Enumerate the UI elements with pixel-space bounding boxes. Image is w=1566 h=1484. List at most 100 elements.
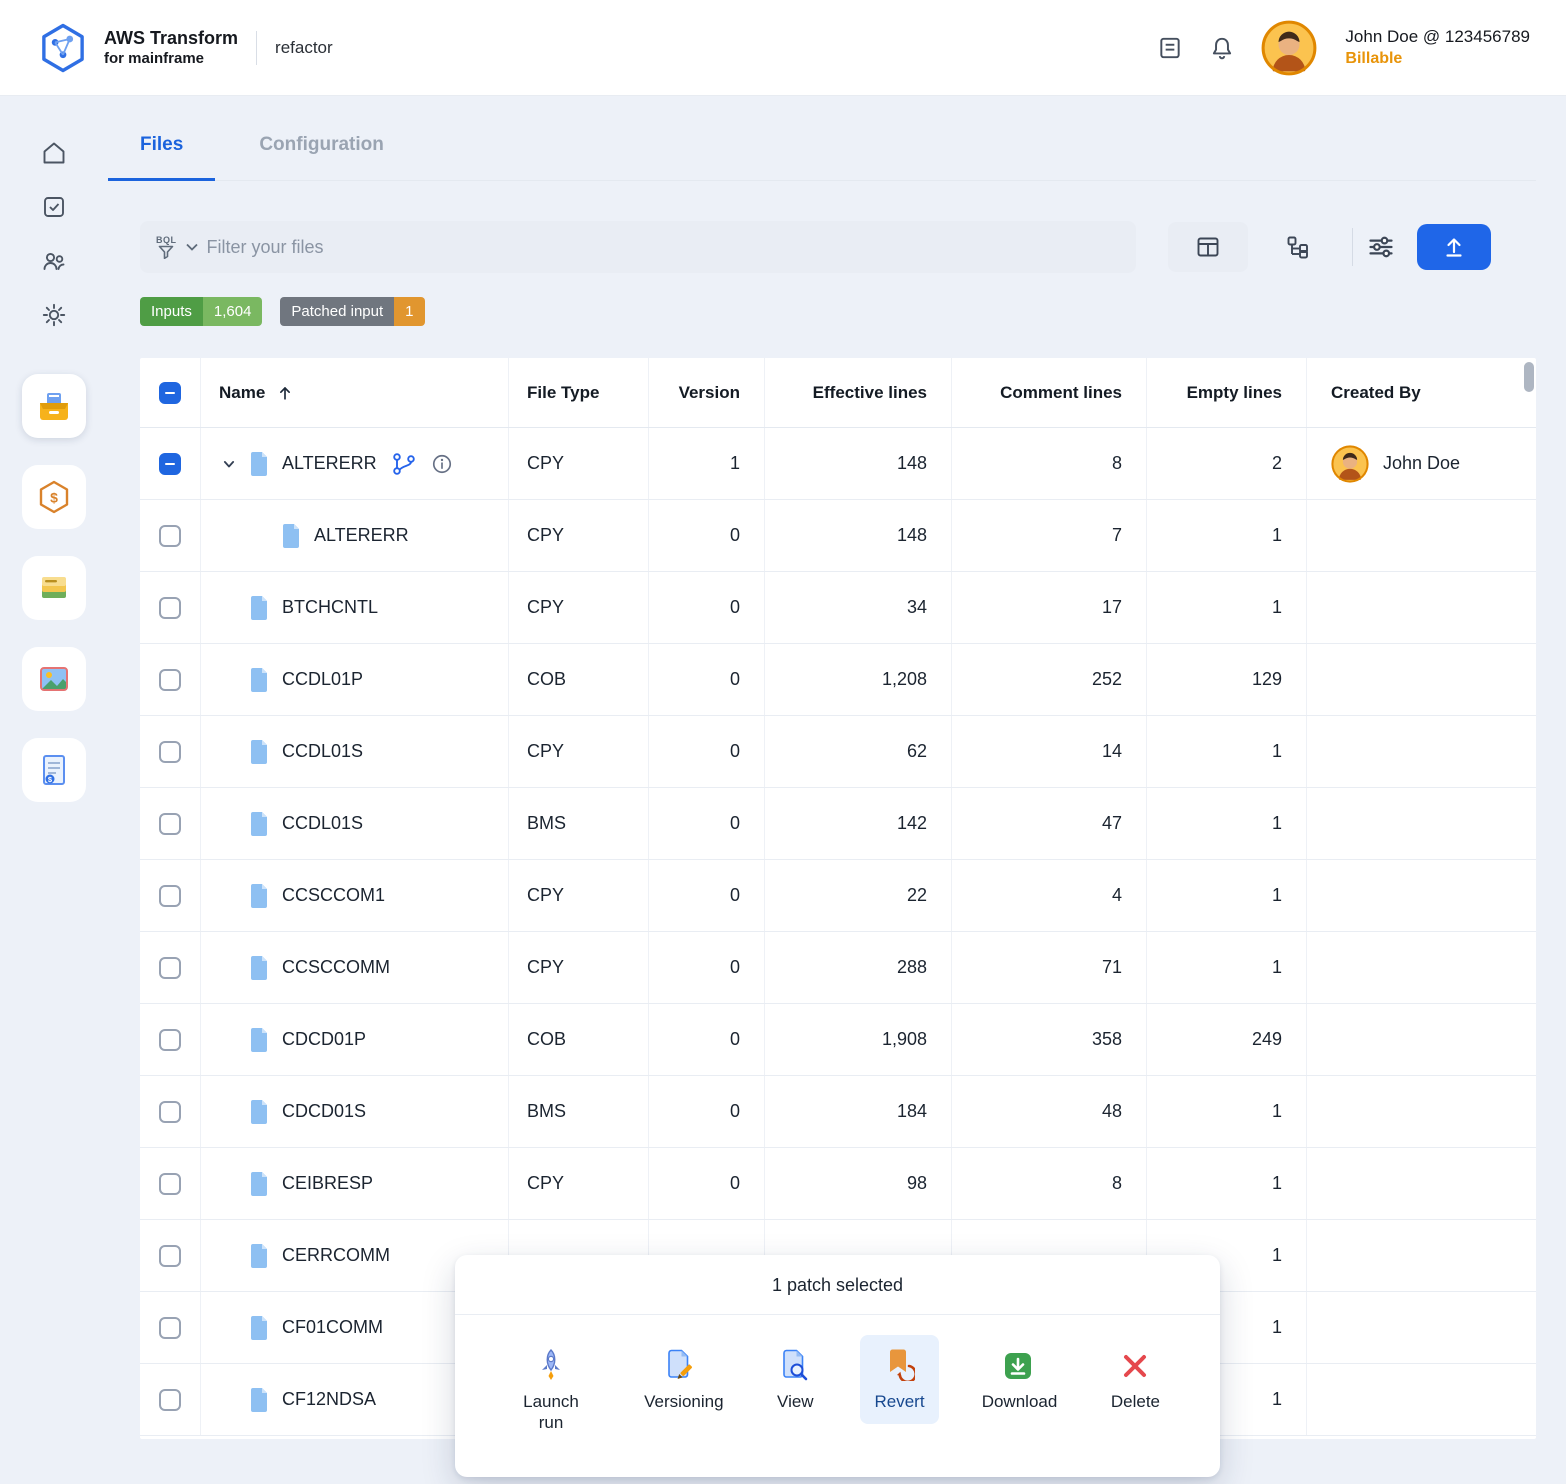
row-checkbox[interactable] xyxy=(159,957,181,979)
filter-box[interactable]: BQL xyxy=(140,221,1136,273)
column-header-effective-lines[interactable]: Effective lines xyxy=(764,358,951,427)
file-icon xyxy=(281,524,301,548)
sidebar-item-hexagon-currency[interactable]: $ xyxy=(22,465,86,529)
version: 0 xyxy=(648,1148,764,1219)
delete-x-icon xyxy=(1120,1351,1150,1381)
file-type: CPY xyxy=(508,572,648,643)
launch-run-label: Launch run xyxy=(515,1391,587,1434)
comment-lines: 17 xyxy=(951,572,1146,643)
sidebar-item-files-drawer[interactable] xyxy=(22,374,86,438)
column-header-name[interactable]: Name xyxy=(219,383,265,403)
tasks-icon[interactable] xyxy=(41,194,67,220)
home-icon[interactable] xyxy=(41,140,67,166)
empty-lines: 1 xyxy=(1146,500,1306,571)
team-icon[interactable] xyxy=(41,248,67,274)
chevron-down-icon[interactable] xyxy=(185,242,199,252)
table-row[interactable]: CCDL01S BMS 0 142 47 1 xyxy=(140,788,1536,860)
row-checkbox[interactable] xyxy=(159,597,181,619)
release-notes-icon[interactable] xyxy=(1157,35,1183,61)
empty-lines: 1 xyxy=(1146,788,1306,859)
table-row[interactable]: CEIBRESP CPY 0 98 8 1 xyxy=(140,1148,1536,1220)
column-header-comment-lines[interactable]: Comment lines xyxy=(951,358,1146,427)
effective-lines: 1,908 xyxy=(764,1004,951,1075)
table-row[interactable]: CDCD01S BMS 0 184 48 1 xyxy=(140,1076,1536,1148)
file-name: CF01COMM xyxy=(282,1317,383,1338)
row-checkbox[interactable] xyxy=(159,1245,181,1267)
launch-run-button[interactable]: Launch run xyxy=(501,1335,601,1446)
comment-lines: 8 xyxy=(951,1148,1146,1219)
table-view-icon xyxy=(1195,234,1221,260)
comment-lines: 4 xyxy=(951,860,1146,931)
notifications-bell-icon[interactable] xyxy=(1209,35,1235,61)
column-header-created-by[interactable]: Created By xyxy=(1306,358,1536,427)
tab-bar: Files Configuration xyxy=(140,96,1536,181)
tune-settings-icon[interactable] xyxy=(1367,233,1395,261)
filter-input[interactable] xyxy=(207,237,1121,258)
file-icon xyxy=(249,1316,269,1340)
sidebar-item-image[interactable] xyxy=(22,647,86,711)
file-type: CPY xyxy=(508,860,648,931)
column-header-file-type[interactable]: File Type xyxy=(508,358,648,427)
app-title: AWS Transform xyxy=(104,27,238,50)
row-checkbox[interactable] xyxy=(159,885,181,907)
row-checkbox[interactable] xyxy=(159,1173,181,1195)
table-row[interactable]: CDCD01P COB 0 1,908 358 249 xyxy=(140,1004,1536,1076)
aws-transform-logo-icon xyxy=(36,21,90,75)
revert-button[interactable]: Revert xyxy=(860,1335,938,1424)
scrollbar-thumb[interactable] xyxy=(1524,362,1534,392)
file-type: COB xyxy=(508,644,648,715)
row-checkbox[interactable] xyxy=(159,1389,181,1411)
row-checkbox[interactable] xyxy=(159,453,181,475)
effective-lines: 148 xyxy=(764,500,951,571)
patched-input-badge: Patched input 1 xyxy=(280,297,424,326)
table-row[interactable]: ALTERERR CPY 1 148 8 2 xyxy=(140,428,1536,500)
file-icon xyxy=(249,1388,269,1412)
versioning-button[interactable]: Versioning xyxy=(630,1335,730,1424)
user-avatar[interactable] xyxy=(1261,20,1317,76)
column-header-version[interactable]: Version xyxy=(648,358,764,427)
file-type: COB xyxy=(508,1004,648,1075)
table-scrollbar[interactable] xyxy=(1522,360,1534,1437)
table-row[interactable]: CCSCCOMM CPY 0 288 71 1 xyxy=(140,932,1536,1004)
table-row[interactable]: CCSCCOM1 CPY 0 22 4 1 xyxy=(140,860,1536,932)
row-checkbox[interactable] xyxy=(159,741,181,763)
comment-lines: 7 xyxy=(951,500,1146,571)
patched-badge-count: 1 xyxy=(394,297,424,326)
table-row[interactable]: CCDL01P COB 0 1,208 252 129 xyxy=(140,644,1536,716)
select-all-checkbox[interactable] xyxy=(159,382,181,404)
file-name: CF12NDSA xyxy=(282,1389,376,1410)
file-type: CPY xyxy=(508,932,648,1003)
table-view-button[interactable] xyxy=(1168,222,1248,272)
settings-gear-icon[interactable] xyxy=(41,302,67,328)
table-row[interactable]: BTCHCNTL CPY 0 34 17 1 xyxy=(140,572,1536,644)
sidebar-item-invoice[interactable]: $ xyxy=(22,738,86,802)
row-checkbox[interactable] xyxy=(159,525,181,547)
download-button[interactable]: Download xyxy=(968,1335,1068,1424)
sidebar-item-cards[interactable] xyxy=(22,556,86,620)
tree-view-button[interactable] xyxy=(1258,222,1338,272)
invoice-icon: $ xyxy=(35,751,73,789)
chevron-down-icon[interactable] xyxy=(219,454,239,474)
cards-icon xyxy=(35,569,73,607)
branch-icon[interactable] xyxy=(391,452,417,476)
app-subtitle: for mainframe xyxy=(104,50,238,68)
column-header-empty-lines[interactable]: Empty lines xyxy=(1146,358,1306,427)
row-checkbox[interactable] xyxy=(159,813,181,835)
row-checkbox[interactable] xyxy=(159,1101,181,1123)
tab-files[interactable]: Files xyxy=(140,134,183,180)
upload-button[interactable] xyxy=(1417,224,1491,270)
table-row[interactable]: CCDL01S CPY 0 62 14 1 xyxy=(140,716,1536,788)
row-checkbox[interactable] xyxy=(159,669,181,691)
delete-button[interactable]: Delete xyxy=(1097,1335,1174,1424)
row-checkbox[interactable] xyxy=(159,1029,181,1051)
sort-ascending-icon[interactable] xyxy=(275,383,295,403)
view-button[interactable]: View xyxy=(759,1335,831,1424)
info-icon[interactable] xyxy=(431,453,453,475)
table-row[interactable]: ALTERERR CPY 0 148 7 1 xyxy=(140,500,1536,572)
effective-lines: 142 xyxy=(764,788,951,859)
billing-status: Billable xyxy=(1345,50,1530,68)
bql-filter-icon[interactable]: BQL xyxy=(156,236,177,259)
row-checkbox[interactable] xyxy=(159,1317,181,1339)
tab-configuration[interactable]: Configuration xyxy=(259,134,384,180)
empty-lines: 1 xyxy=(1146,1076,1306,1147)
